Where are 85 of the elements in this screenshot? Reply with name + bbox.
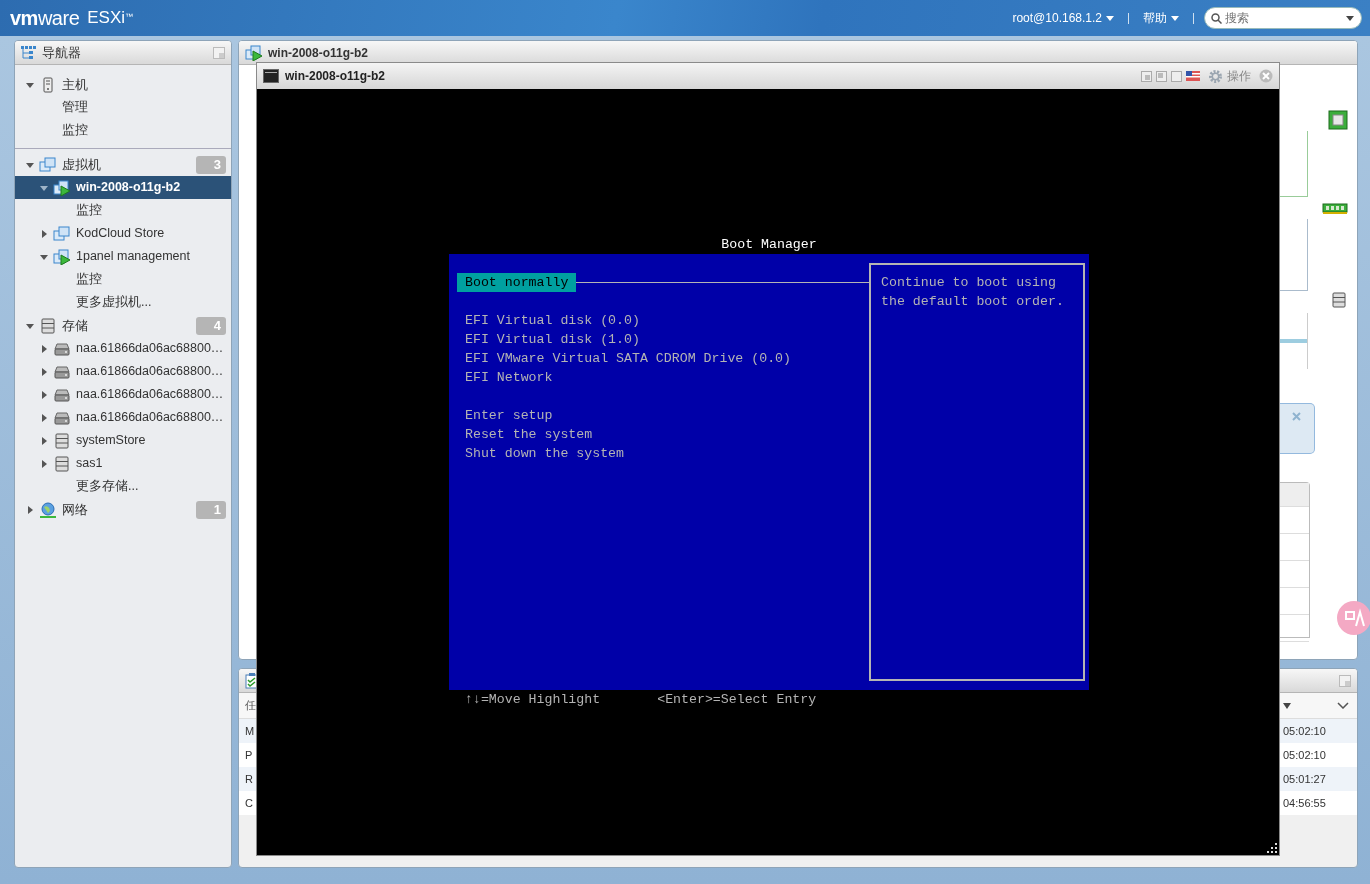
tree-item[interactable]: 主机 (15, 73, 231, 96)
table-cell-text: P (245, 747, 253, 763)
tree-item[interactable]: naa.61866da06ac68800… (15, 360, 231, 383)
database-icon (53, 455, 71, 472)
chevron-down-icon[interactable] (1337, 702, 1349, 709)
boot-option[interactable]: EFI Virtual disk (1.0) (457, 330, 648, 349)
boot-option[interactable]: EFI Network (457, 368, 561, 387)
vm-running-icon (53, 248, 71, 265)
tree-item[interactable]: 更多虚拟机... (15, 291, 231, 314)
expand-icon[interactable] (39, 228, 49, 239)
caret-icon[interactable] (1346, 16, 1354, 21)
boot-option[interactable]: Shut down the system (457, 444, 633, 463)
tree-item[interactable]: systemStore (15, 429, 231, 452)
search-field[interactable]: 搜索 (1204, 7, 1362, 29)
tree-item[interactable]: 管理 (15, 96, 231, 119)
vm-icon (39, 156, 57, 173)
table-cell: 05:02:10 (1283, 724, 1326, 737)
tree-item[interactable]: 监控 (15, 199, 231, 222)
key-hint: ↑↓=Move Highlight (465, 691, 601, 709)
count-badge: 1 (196, 500, 226, 519)
hard-drive-icon (53, 363, 71, 380)
tree-item[interactable]: KodCloud Store (15, 222, 231, 245)
flag-icon[interactable] (1186, 71, 1200, 81)
hard-drive-icon (53, 409, 71, 426)
caret-icon (1171, 15, 1179, 21)
table-cell: 05:02:10 (1283, 748, 1326, 761)
expand-icon[interactable] (39, 343, 49, 354)
boot-option[interactable]: EFI Virtual disk (0.0) (457, 311, 648, 330)
hard-drive-icon (53, 340, 71, 357)
cpu-icon (1328, 110, 1348, 130)
table-cell-text: C (245, 795, 253, 811)
panel-title: 导航器 (42, 43, 81, 62)
key-hint: <Enter>=Select Entry (657, 691, 817, 709)
table-cell-text: R (245, 771, 253, 787)
count-badge: 4 (196, 316, 226, 335)
table-cell: 04:56:55 (1283, 796, 1326, 809)
sort-icon[interactable] (1283, 702, 1291, 709)
globe-icon (39, 501, 57, 518)
usage-bar (1279, 339, 1307, 343)
tree-item[interactable]: 监控 (15, 268, 231, 291)
database-icon (39, 317, 57, 334)
resize-grip-icon[interactable] (1267, 843, 1277, 853)
navigator-icon (21, 45, 37, 60)
table-cell-text: M (245, 723, 255, 739)
expand-icon[interactable] (25, 504, 35, 515)
tree-item[interactable]: 网络 1 (15, 498, 231, 521)
vm-running-icon (53, 179, 71, 196)
count-badge: 3 (196, 155, 226, 174)
hard-drive-icon (53, 386, 71, 403)
help-menu[interactable]: 帮助 (1139, 9, 1183, 27)
tree-item[interactable]: naa.61866da06ac68800… (15, 383, 231, 406)
expand-icon[interactable] (39, 389, 49, 400)
console-icon (263, 69, 279, 83)
tree-item[interactable]: 1panel management (15, 245, 231, 268)
boot-option[interactable]: Reset the system (457, 425, 601, 444)
database-icon (53, 432, 71, 449)
window-title: win-2008-o11g-b2 (285, 68, 386, 85)
screen-title: Boot Manager (721, 237, 817, 252)
product-name: ESXi$^{™}$ (87, 7, 134, 30)
boot-option[interactable]: Boot normally (457, 273, 577, 292)
vm-icon (53, 225, 71, 242)
boot-option[interactable]: EFI VMware Virtual SATA CDROM Drive (0.0) (457, 349, 799, 368)
help-text: Continue to boot using the default boot order. (881, 274, 1065, 311)
tree-item[interactable]: 更多存储... (15, 475, 231, 498)
expand-icon[interactable] (39, 435, 49, 446)
column-header: 任 (245, 698, 256, 714)
tree-item[interactable]: naa.61866da06ac68800… (15, 406, 231, 429)
tree-item[interactable]: 虚拟机 3 (15, 153, 231, 176)
tree-item[interactable]: naa.61866da06ac68800… (15, 337, 231, 360)
tree-item[interactable]: 存储 4 (15, 314, 231, 337)
user-menu[interactable]: root@10.168.1.2 (1008, 9, 1118, 27)
tree-item[interactable]: win-2008-o11g-b2 (15, 176, 231, 199)
expand-icon[interactable] (39, 458, 49, 469)
expand-icon[interactable] (39, 412, 49, 423)
table-cell: 05:01:27 (1283, 772, 1326, 785)
brand-logo: vmware (10, 6, 80, 31)
tree-item[interactable]: 监控 (15, 119, 231, 142)
expand-icon[interactable] (39, 366, 49, 377)
tree-item[interactable]: sas1 (15, 452, 231, 475)
search-icon (1211, 13, 1222, 24)
caret-icon (1106, 15, 1114, 21)
gear-icon (1208, 68, 1223, 84)
vm-running-icon (245, 44, 263, 61)
boot-option[interactable]: Enter setup (457, 406, 561, 425)
panel-title: win-2008-o11g-b2 (268, 44, 369, 62)
